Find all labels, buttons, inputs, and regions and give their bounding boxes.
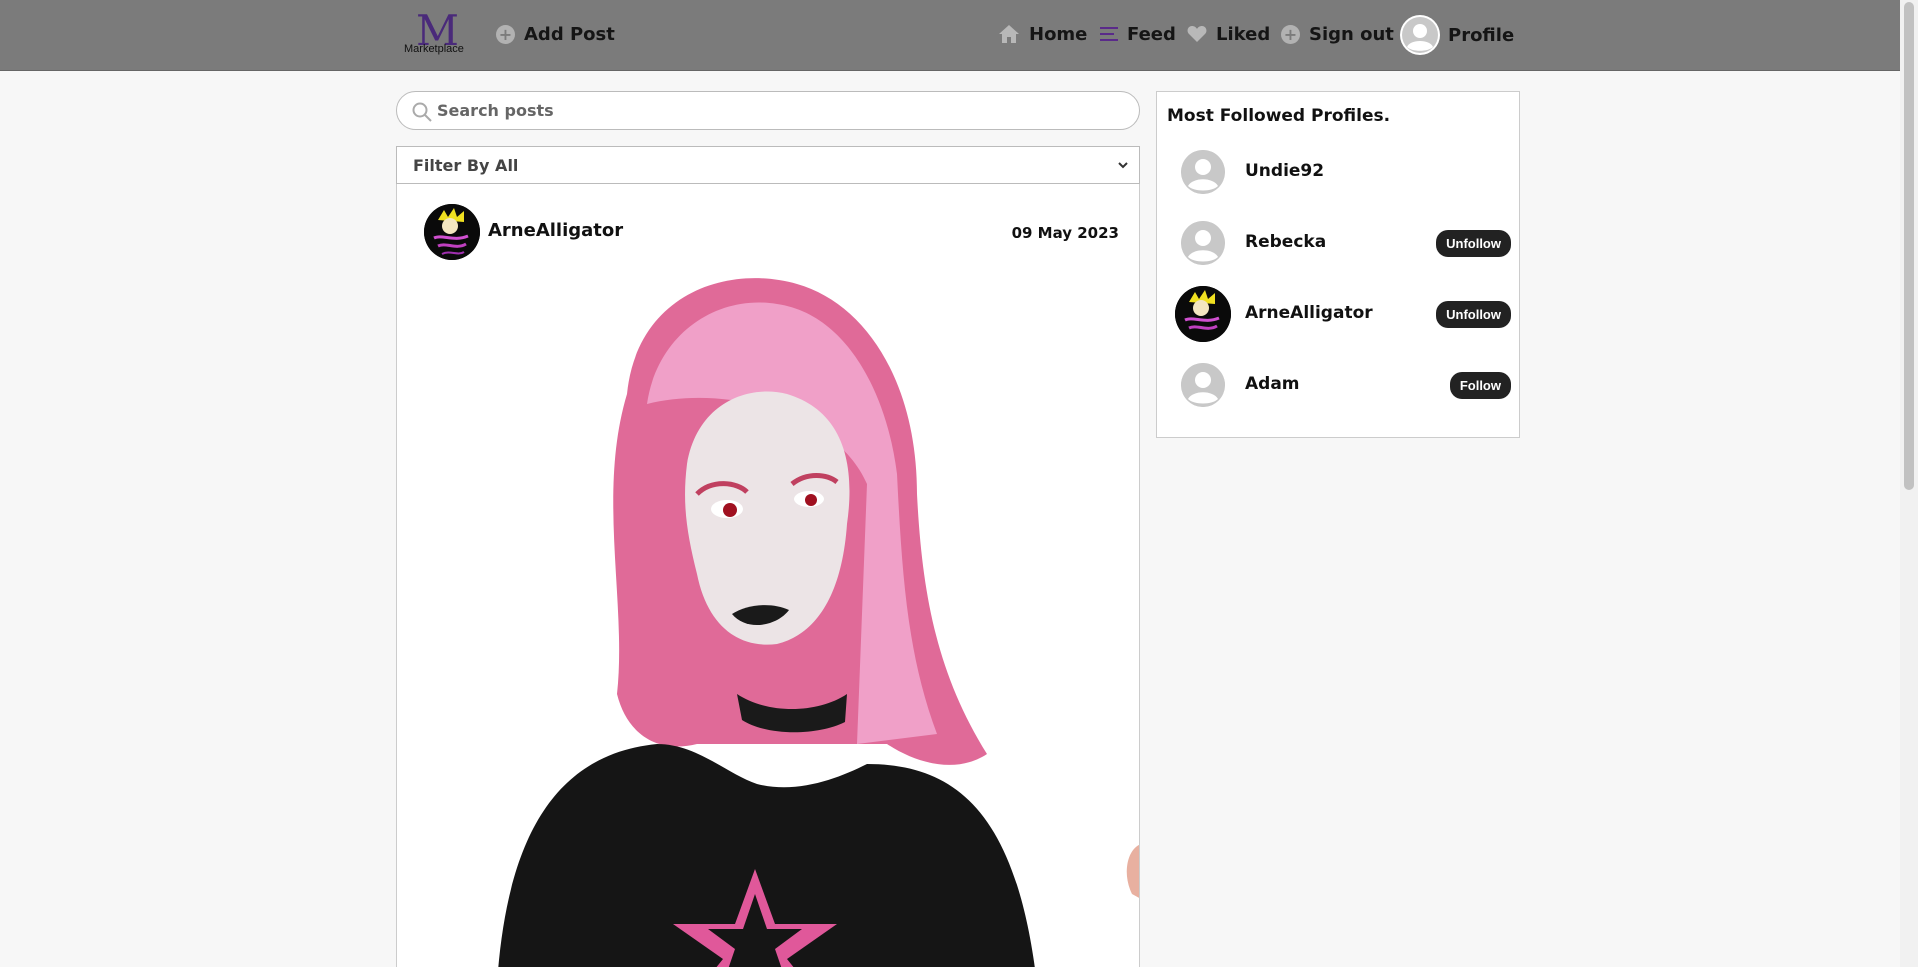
list-item[interactable]: Rebecka Unfollow	[1157, 215, 1521, 271]
filter-select[interactable]: Filter By All	[396, 146, 1140, 184]
plus-circle-icon: +	[1281, 24, 1300, 44]
scrollbar-thumb[interactable]	[1904, 2, 1914, 490]
post-image[interactable]	[397, 274, 1139, 967]
nav-profile-link[interactable]: Profile	[1400, 15, 1514, 55]
page-scrollbar[interactable]	[1900, 0, 1918, 967]
list-item[interactable]: ArneAlligator Unfollow	[1157, 286, 1521, 342]
chevron-down-icon	[1117, 156, 1129, 169]
marketplace-logo[interactable]: M Marketplace	[402, 8, 468, 58]
search-input[interactable]	[437, 93, 1117, 128]
user-icon	[1181, 150, 1225, 194]
logo-text: Marketplace	[404, 43, 464, 55]
follow-button[interactable]: Follow	[1449, 372, 1511, 399]
list-item[interactable]: Adam Follow	[1157, 357, 1521, 413]
user-icon	[1181, 363, 1225, 407]
add-post-button[interactable]: + Add Post	[496, 18, 615, 50]
liked-label: Liked	[1216, 23, 1271, 45]
profile-label: Profile	[1448, 24, 1515, 46]
profile-name[interactable]: Rebecka	[1245, 232, 1326, 252]
post-author-name[interactable]: ArneAlligator	[488, 220, 623, 241]
heart-icon	[1187, 25, 1207, 43]
plus-circle-icon: +	[496, 24, 515, 44]
navbar: M Marketplace + Add Post Home Feed Liked…	[0, 0, 1918, 71]
add-post-label: Add Post	[524, 23, 615, 45]
profile-name[interactable]: ArneAlligator	[1245, 303, 1373, 323]
sign-out-button[interactable]: + Sign out	[1281, 18, 1394, 50]
home-icon	[998, 24, 1020, 44]
feed-label: Feed	[1127, 23, 1176, 45]
most-followed-panel: Most Followed Profiles. Undie92 Rebecka …	[1156, 91, 1520, 438]
profile-avatar	[1175, 286, 1231, 342]
sidebar-title: Most Followed Profiles.	[1167, 106, 1391, 126]
user-icon	[1181, 221, 1225, 265]
list-item[interactable]: Undie92	[1157, 144, 1521, 200]
post-author-avatar[interactable]	[424, 204, 480, 260]
feed-icon	[1100, 25, 1118, 43]
nav-home-link[interactable]: Home	[998, 18, 1087, 50]
filter-label: Filter By All	[413, 156, 519, 175]
home-label: Home	[1029, 23, 1088, 45]
unfollow-button[interactable]: Unfollow	[1436, 301, 1511, 328]
nav-liked-link[interactable]: Liked	[1187, 18, 1270, 50]
nav-feed-link[interactable]: Feed	[1100, 18, 1176, 50]
profile-name[interactable]: Adam	[1245, 374, 1300, 394]
user-icon	[1400, 15, 1440, 55]
search-bar	[396, 91, 1140, 130]
sign-out-label: Sign out	[1309, 23, 1394, 45]
search-icon	[411, 101, 433, 123]
profile-name[interactable]: Undie92	[1245, 161, 1324, 181]
post-date: 09 May 2023	[1011, 224, 1119, 242]
unfollow-button[interactable]: Unfollow	[1436, 230, 1511, 257]
post-card: ArneAlligator 09 May 2023	[396, 184, 1140, 967]
